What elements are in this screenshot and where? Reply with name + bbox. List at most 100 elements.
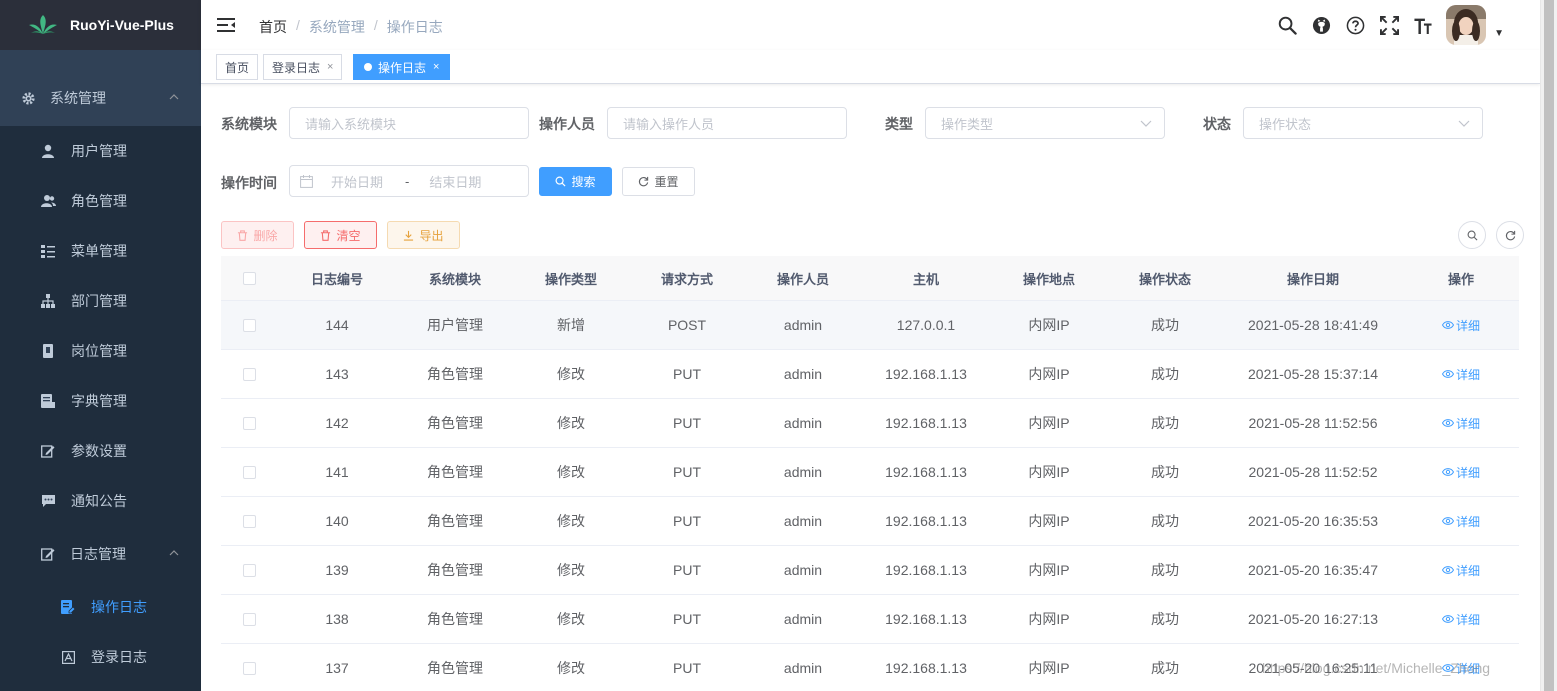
table-cell: admin	[783, 415, 823, 431]
row-checkbox[interactable]	[242, 612, 256, 626]
sidebar-item-label: 用户管理	[71, 143, 127, 159]
chevron-down-icon	[1140, 120, 1152, 127]
tag-home[interactable]: 首页	[216, 54, 259, 80]
detail-link[interactable]: 详细	[1441, 513, 1480, 530]
close-icon[interactable]: ×	[433, 61, 439, 73]
operlog-table: 日志编号 系统模块 操作类型 请求方式 操作人员 主机 操作地点 操作状态 操作…	[221, 256, 1519, 691]
table-cell: 2021-05-20 16:35:53	[1248, 513, 1378, 529]
table-cell: 2021-05-28 11:52:56	[1248, 415, 1378, 431]
start-date-placeholder[interactable]: 开始日期	[331, 172, 383, 191]
select-all-checkbox[interactable]	[242, 271, 256, 285]
table-row[interactable]: 143 角色管理 修改 PUT admin 192.168.1.13 内网IP 成功 2021-…	[221, 350, 1519, 399]
table-cell: 修改	[557, 611, 585, 627]
sidebar-item-label: 角色管理	[71, 193, 127, 209]
row-checkbox[interactable]	[242, 661, 256, 675]
row-checkbox[interactable]	[242, 416, 256, 430]
table-row[interactable]: 142 角色管理 修改 PUT admin 192.168.1.13 内网IP 成功 2021-…	[221, 399, 1519, 448]
row-checkbox[interactable]	[242, 514, 256, 528]
watermark: https://blog.csdn.net/Michelle_Zhong	[1262, 660, 1491, 676]
table-cell: 修改	[557, 513, 585, 529]
sidebar-item-menu[interactable]: 菜单管理	[0, 226, 201, 276]
export-button-label: 导出	[419, 228, 444, 243]
table-row[interactable]: 141 角色管理 修改 PUT admin 192.168.1.13 内网IP 成功 2021-…	[221, 448, 1519, 497]
fullscreen-icon[interactable]	[1372, 0, 1406, 50]
toggle-search-button[interactable]	[1458, 221, 1486, 249]
table-cell: PUT	[673, 660, 701, 676]
tag-operlog[interactable]: 操作日志 ×	[353, 54, 451, 80]
detail-link[interactable]: 详细	[1441, 415, 1480, 432]
sidebar-group-log[interactable]: 日志管理	[0, 526, 201, 582]
reset-button[interactable]: 重置	[622, 167, 695, 196]
row-checkbox[interactable]	[242, 318, 256, 332]
hamburger-icon[interactable]	[216, 15, 236, 35]
row-checkbox[interactable]	[242, 563, 256, 577]
export-button[interactable]: 导出	[387, 221, 460, 249]
delete-button-label: 删除	[253, 228, 278, 243]
table-cell: 修改	[557, 415, 585, 431]
detail-link[interactable]: 详细	[1441, 611, 1480, 628]
sidebar-item-label: 菜单管理	[71, 243, 127, 259]
github-icon[interactable]	[1304, 0, 1338, 50]
date-range-picker[interactable]: 开始日期 - 结束日期	[289, 165, 529, 197]
status-select[interactable]: 操作状态	[1243, 107, 1483, 139]
detail-link[interactable]: 详细	[1441, 317, 1480, 334]
app-root: RuoYi-Vue-Plus 系统管理 用户管理 角色管理 菜单管理 部门管理	[0, 0, 1557, 691]
breadcrumb-home[interactable]: 首页	[259, 17, 287, 37]
sidebar-item-role[interactable]: 角色管理	[0, 176, 201, 226]
breadcrumb-separator: /	[373, 17, 378, 33]
caret-down-icon[interactable]: ▼	[1494, 28, 1504, 39]
page-scrollbar[interactable]	[1540, 0, 1557, 691]
breadcrumb-system: 系统管理	[308, 19, 365, 35]
form-icon	[60, 599, 76, 615]
avatar[interactable]	[1446, 5, 1487, 45]
row-select-cell	[221, 546, 277, 594]
sidebar-item-logininfor[interactable]: 登录日志	[0, 632, 201, 682]
sidebar-item-post[interactable]: 岗位管理	[0, 326, 201, 376]
delete-button[interactable]: 删除	[221, 221, 294, 249]
clean-button[interactable]: 清空	[304, 221, 377, 249]
sidebar-item-operlog[interactable]: 操作日志	[0, 582, 201, 632]
detail-link[interactable]: 详细	[1441, 464, 1480, 481]
sidebar-item-notice[interactable]: 通知公告	[0, 476, 201, 526]
tag-logininfor[interactable]: 登录日志 ×	[263, 54, 343, 80]
table-cell: 成功	[1151, 317, 1179, 333]
table-row[interactable]: 139 角色管理 修改 PUT admin 192.168.1.13 内网IP 成功 2021-…	[221, 546, 1519, 595]
sidebar-item-user[interactable]: 用户管理	[0, 126, 201, 176]
close-icon[interactable]: ×	[327, 61, 333, 73]
scrollbar-thumb[interactable]	[1544, 0, 1554, 691]
logo-bar[interactable]: RuoYi-Vue-Plus	[0, 0, 201, 50]
table-cell: 角色管理	[427, 415, 483, 431]
detail-link[interactable]: 详细	[1441, 562, 1480, 579]
tree-table-icon	[40, 243, 56, 259]
table-cell: 137	[325, 660, 349, 676]
table-cell: 内网IP	[1028, 366, 1070, 382]
sidebar-item-dict[interactable]: 字典管理	[0, 376, 201, 426]
table-cell: 192.168.1.13	[885, 464, 967, 480]
row-select-cell	[221, 350, 277, 398]
search-button[interactable]: 搜索	[539, 167, 612, 196]
module-input[interactable]: 请输入系统模块	[289, 107, 529, 139]
sidebar-item-label: 参数设置	[71, 443, 127, 459]
header-cell: 主机	[912, 271, 939, 287]
search-icon[interactable]	[1270, 0, 1304, 50]
navbar: 首页 / 系统管理 / 操作日志 ▼	[201, 0, 1540, 50]
sidebar-item-config[interactable]: 参数设置	[0, 426, 201, 476]
table-row[interactable]: 140 角色管理 修改 PUT admin 192.168.1.13 内网IP 成功 2021-…	[221, 497, 1519, 546]
sidebar-item-dept[interactable]: 部门管理	[0, 276, 201, 326]
detail-link-label: 详细	[1455, 612, 1480, 627]
table-row[interactable]: 138 角色管理 修改 PUT admin 192.168.1.13 内网IP 成功 2021-…	[221, 595, 1519, 644]
refresh-table-button[interactable]	[1496, 221, 1524, 249]
font-size-icon[interactable]	[1406, 0, 1440, 50]
sidebar-group-system[interactable]: 系统管理	[0, 70, 201, 126]
table-row[interactable]: 144 用户管理 新增 POST admin 127.0.0.1 内网IP 成功 2021-05…	[221, 301, 1519, 350]
end-date-placeholder[interactable]: 结束日期	[429, 172, 481, 191]
row-select-cell	[221, 301, 277, 349]
sidebar-group-label: 系统管理	[50, 90, 106, 106]
operator-input[interactable]: 请输入操作人员	[607, 107, 847, 139]
row-checkbox[interactable]	[242, 367, 256, 381]
row-select-cell	[221, 448, 277, 496]
type-select[interactable]: 操作类型	[925, 107, 1165, 139]
question-icon[interactable]	[1338, 0, 1372, 50]
row-checkbox[interactable]	[242, 465, 256, 479]
detail-link[interactable]: 详细	[1441, 366, 1480, 383]
